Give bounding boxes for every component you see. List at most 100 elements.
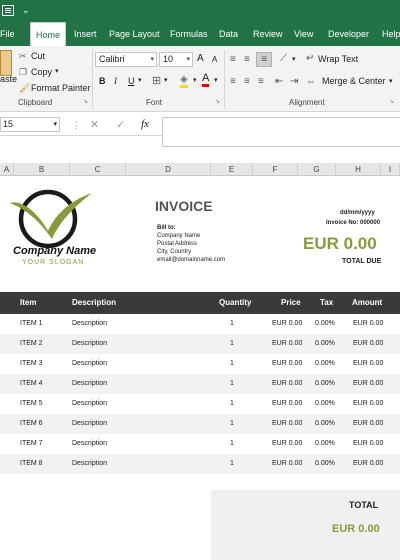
align-middle-icon[interactable]: ≡ [244, 54, 250, 65]
tax-cell[interactable]: 0.00% [315, 394, 335, 414]
tab-review[interactable]: Review [253, 22, 285, 46]
font-color-icon[interactable]: A [202, 73, 210, 87]
tab-developer[interactable]: Developer [328, 22, 372, 46]
underline-dropdown-icon[interactable]: ▾ [138, 76, 142, 84]
merge-center-button[interactable]: Merge & Center [322, 76, 386, 86]
description-cell[interactable]: Description [72, 394, 107, 414]
price-cell[interactable]: EUR 0.00 [272, 434, 302, 454]
name-box[interactable]: 15 ▾ [0, 117, 60, 132]
item-cell[interactable]: ITEM 6 [20, 414, 43, 434]
merge-dropdown-icon[interactable]: ▾ [389, 77, 393, 85]
format-painter-button[interactable]: Format Painter [31, 83, 91, 93]
alignment-launcher-icon[interactable]: ↘ [389, 98, 394, 105]
tab-help[interactable]: Help [382, 22, 400, 46]
amount-cell[interactable]: EUR 0.00 [353, 374, 383, 394]
amount-cell[interactable]: EUR 0.00 [353, 414, 383, 434]
tax-cell[interactable]: 0.00% [315, 314, 335, 334]
tax-cell[interactable]: 0.00% [315, 354, 335, 374]
copy-dropdown-icon[interactable]: ▾ [55, 67, 59, 75]
bold-button[interactable]: B [99, 76, 106, 86]
item-cell[interactable]: ITEM 8 [20, 454, 43, 474]
tax-cell[interactable]: 0.00% [315, 414, 335, 434]
item-cell[interactable]: ITEM 3 [20, 354, 43, 374]
font-launcher-icon[interactable]: ↘ [215, 98, 220, 105]
quick-access-dropdown[interactable]: ⌄ [22, 5, 30, 16]
fill-color-icon[interactable]: ◈ [180, 74, 188, 88]
align-right-icon[interactable]: ≡ [258, 76, 264, 87]
quantity-cell[interactable]: 1 [230, 334, 234, 354]
price-cell[interactable]: EUR 0.00 [272, 394, 302, 414]
quantity-cell[interactable]: 1 [230, 434, 234, 454]
increase-indent-icon[interactable]: ⇥ [290, 76, 298, 87]
quantity-cell[interactable]: 1 [230, 354, 234, 374]
tab-view[interactable]: View [294, 22, 318, 46]
column-header-i[interactable]: I [381, 163, 400, 176]
paste-icon[interactable] [0, 50, 12, 76]
tab-formulas[interactable]: Formulas [170, 22, 210, 46]
column-header-h[interactable]: H [336, 163, 381, 176]
tax-cell[interactable]: 0.00% [315, 374, 335, 394]
item-cell[interactable]: ITEM 4 [20, 374, 43, 394]
quantity-cell[interactable]: 1 [230, 314, 234, 334]
description-cell[interactable]: Description [72, 454, 107, 474]
orientation-dropdown-icon[interactable]: ▾ [292, 55, 296, 63]
column-header-g[interactable]: G [298, 163, 336, 176]
tab-home[interactable]: Home [30, 22, 66, 46]
fill-color-dropdown-icon[interactable]: ▾ [193, 76, 197, 84]
align-center-icon[interactable]: ≡ [244, 76, 250, 87]
grow-font-button[interactable]: A [197, 53, 204, 64]
item-cell[interactable]: ITEM 1 [20, 314, 43, 334]
price-cell[interactable]: EUR 0.00 [272, 414, 302, 434]
enter-icon[interactable]: ✓ [116, 118, 125, 131]
price-cell[interactable]: EUR 0.00 [272, 334, 302, 354]
font-color-dropdown-icon[interactable]: ▾ [214, 76, 218, 84]
tax-cell[interactable]: 0.00% [315, 454, 335, 474]
quantity-cell[interactable]: 1 [230, 374, 234, 394]
amount-cell[interactable]: EUR 0.00 [353, 334, 383, 354]
column-header-b[interactable]: B [14, 163, 70, 176]
wrap-text-button[interactable]: Wrap Text [318, 54, 358, 64]
quantity-cell[interactable]: 1 [230, 394, 234, 414]
cut-button[interactable]: Cut [31, 51, 45, 61]
column-header-d[interactable]: D [126, 163, 211, 176]
price-cell[interactable]: EUR 0.00 [272, 354, 302, 374]
description-cell[interactable]: Description [72, 334, 107, 354]
borders-icon[interactable]: ⊞ [152, 74, 161, 87]
tab-insert[interactable]: Insert [74, 22, 104, 46]
tax-cell[interactable]: 0.00% [315, 334, 335, 354]
column-header-e[interactable]: E [211, 163, 253, 176]
underline-button[interactable]: U [128, 76, 135, 86]
description-cell[interactable]: Description [72, 374, 107, 394]
font-name-select[interactable]: Calibri ▾ [95, 52, 157, 67]
tab-data[interactable]: Data [219, 22, 243, 46]
align-bottom-icon[interactable]: ≡ [256, 52, 272, 67]
amount-cell[interactable]: EUR 0.00 [353, 434, 383, 454]
price-cell[interactable]: EUR 0.00 [272, 374, 302, 394]
price-cell[interactable]: EUR 0.00 [272, 454, 302, 474]
quantity-cell[interactable]: 1 [230, 414, 234, 434]
price-cell[interactable]: EUR 0.00 [272, 314, 302, 334]
shrink-font-button[interactable]: A [212, 55, 217, 64]
description-cell[interactable]: Description [72, 354, 107, 374]
copy-button[interactable]: Copy [31, 67, 52, 77]
column-header-a[interactable]: A [0, 163, 14, 176]
tax-cell[interactable]: 0.00% [315, 434, 335, 454]
item-cell[interactable]: ITEM 5 [20, 394, 43, 414]
borders-dropdown-icon[interactable]: ▾ [164, 76, 168, 84]
description-cell[interactable]: Description [72, 414, 107, 434]
quantity-cell[interactable]: 1 [230, 454, 234, 474]
item-cell[interactable]: ITEM 2 [20, 334, 43, 354]
column-header-c[interactable]: C [70, 163, 126, 176]
insert-function-button[interactable]: fx [141, 118, 149, 130]
tab-page-layout[interactable]: Page Layout [109, 22, 164, 46]
italic-button[interactable]: I [114, 76, 117, 86]
column-header-f[interactable]: F [253, 163, 298, 176]
amount-cell[interactable]: EUR 0.00 [353, 454, 383, 474]
item-cell[interactable]: ITEM 7 [20, 434, 43, 454]
clipboard-launcher-icon[interactable]: ↘ [83, 98, 88, 105]
tab-file[interactable]: File [0, 22, 26, 46]
cancel-icon[interactable]: ✕ [90, 118, 99, 131]
align-top-icon[interactable]: ≡ [230, 54, 236, 65]
description-cell[interactable]: Description [72, 434, 107, 454]
amount-cell[interactable]: EUR 0.00 [353, 354, 383, 374]
